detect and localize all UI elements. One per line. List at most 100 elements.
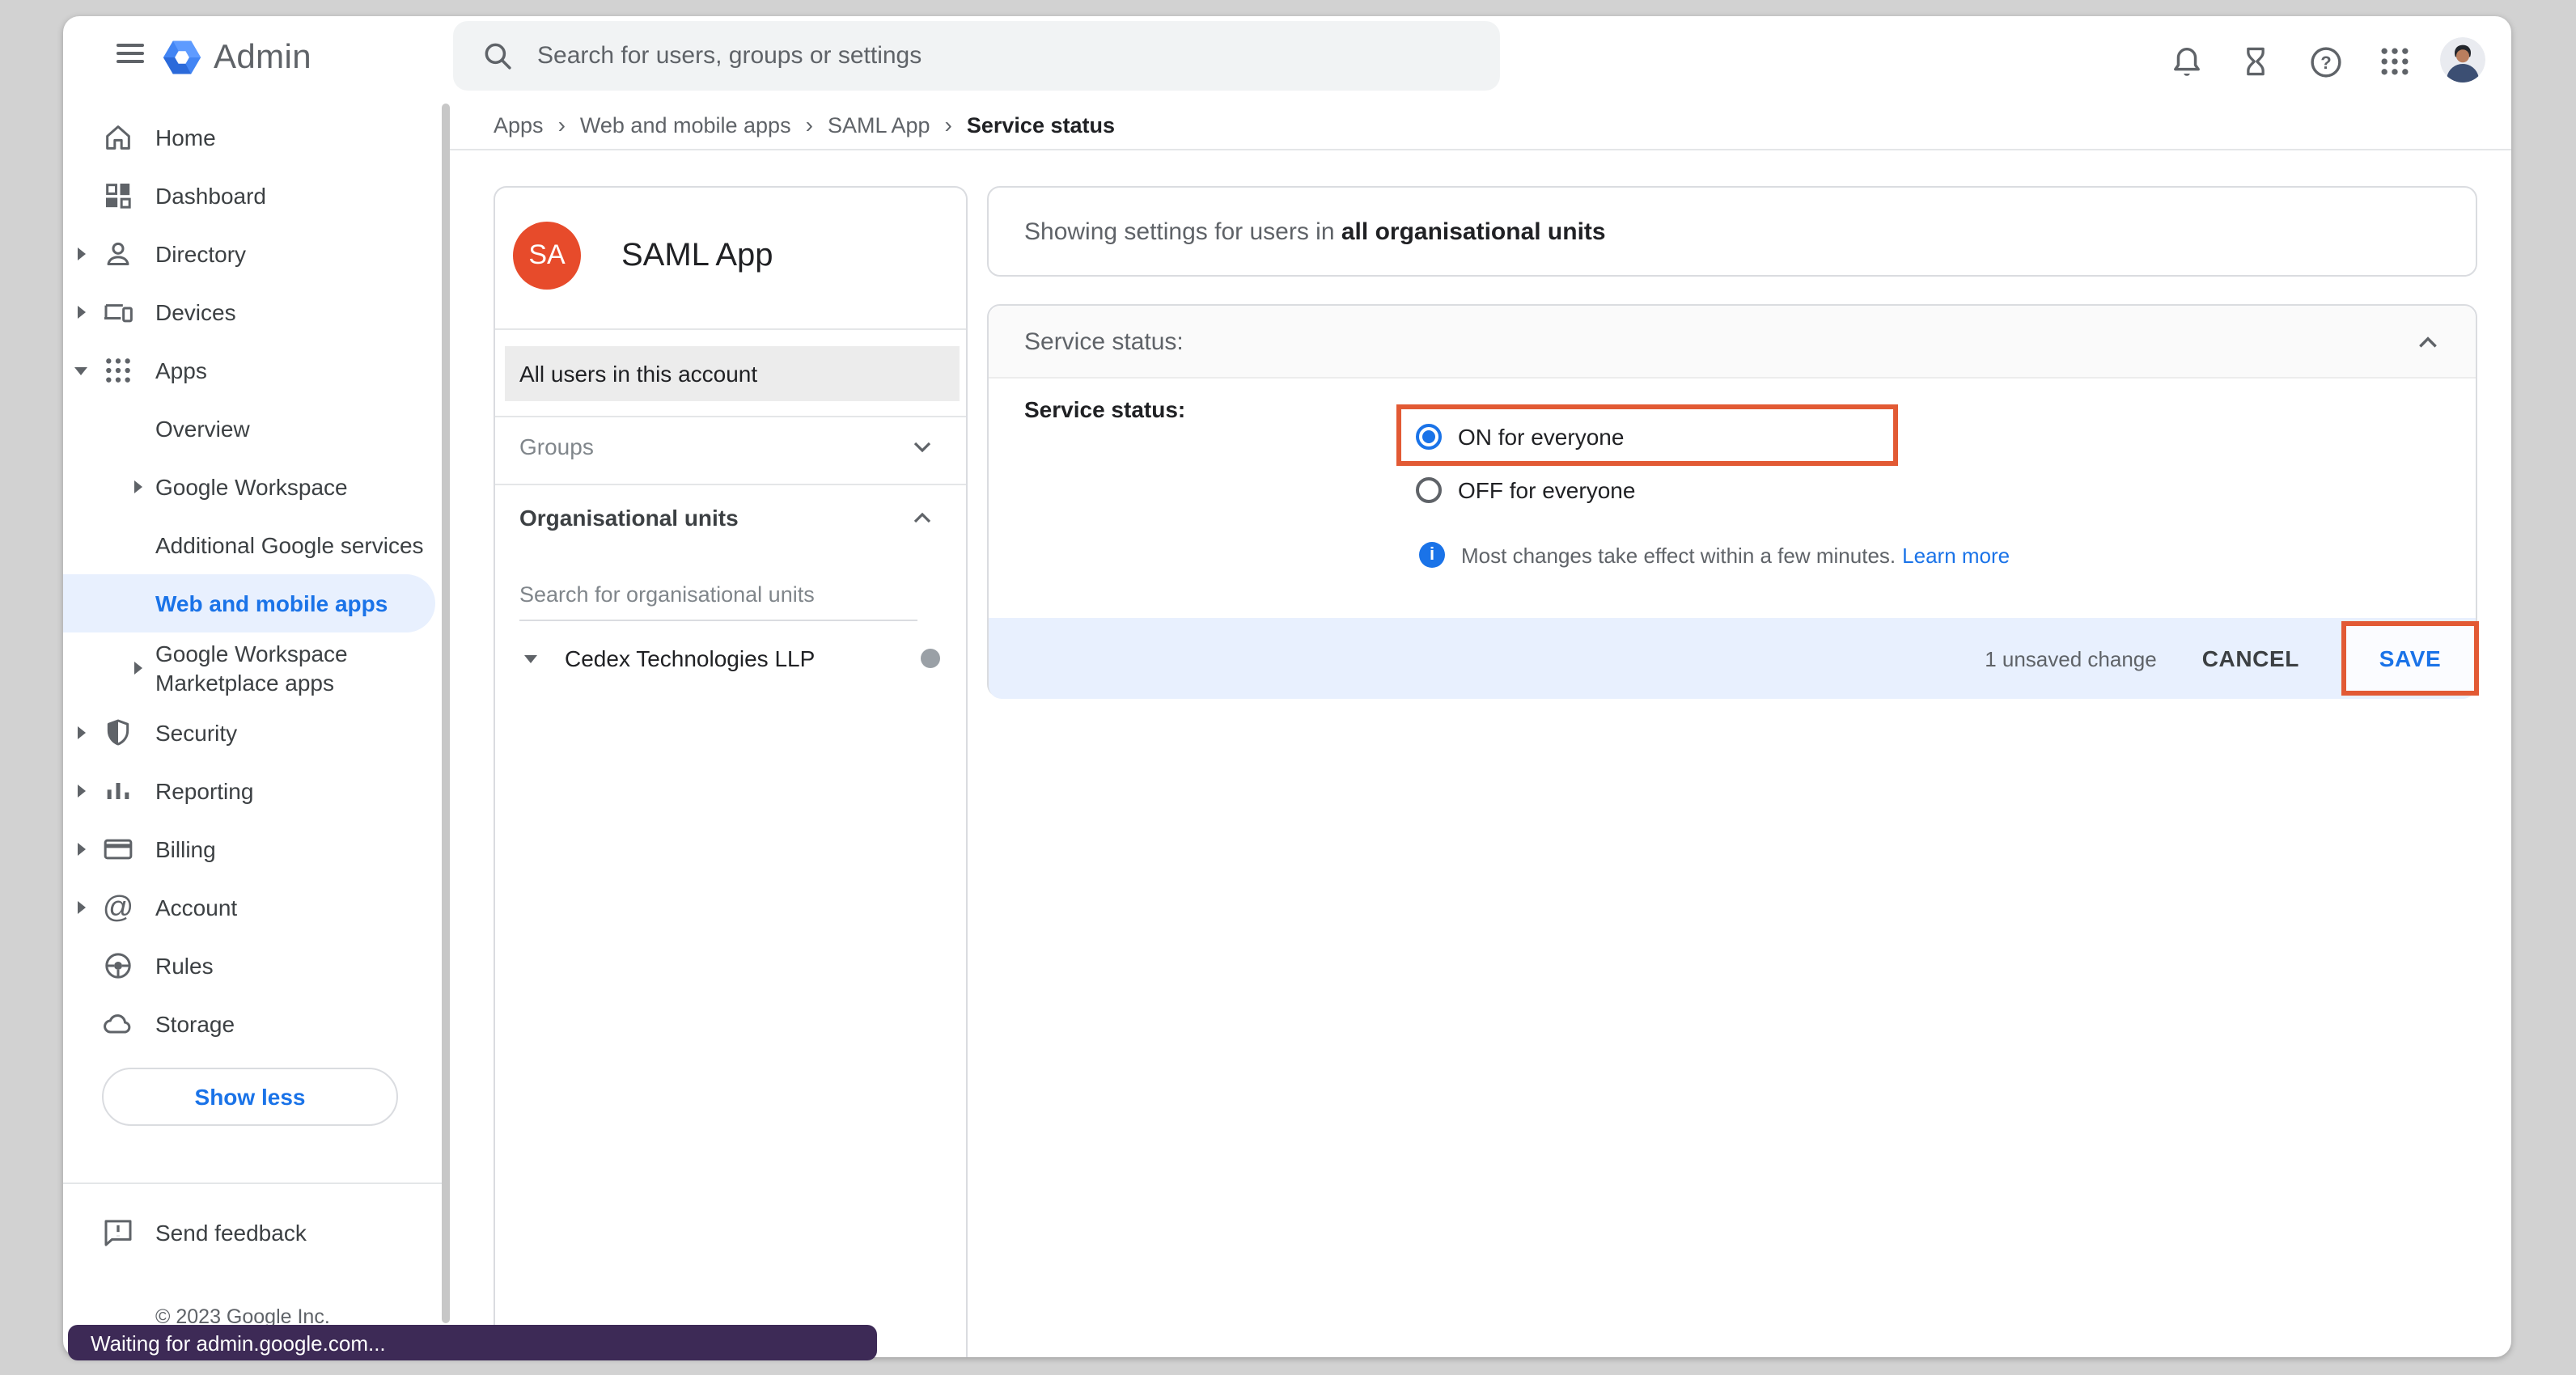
svg-text:?: ? bbox=[2320, 52, 2330, 72]
breadcrumb-separator: › bbox=[945, 112, 952, 138]
sidebar-scrollbar[interactable] bbox=[442, 104, 450, 1323]
sidebar-item-home[interactable]: Home bbox=[63, 108, 442, 167]
sidebar-nav: Home Dashboard Directory DevicesAppsOvervie… bbox=[63, 108, 442, 1053]
expand-right-icon bbox=[78, 901, 86, 914]
sidebar-item-reporting[interactable]: Reporting bbox=[63, 762, 442, 820]
sidebar-divider bbox=[63, 1182, 442, 1184]
radio-option-on-for-everyone[interactable]: ON for everyone bbox=[1416, 421, 1624, 453]
scope-strong: all organisational units bbox=[1341, 218, 1606, 245]
breadcrumb-item-saml-app[interactable]: SAML App bbox=[828, 112, 930, 137]
annotation-box-save: SAVE bbox=[2341, 621, 2479, 696]
sidebar-item-dashboard[interactable]: Dashboard bbox=[63, 167, 442, 225]
help-icon[interactable]: ? bbox=[2306, 42, 2345, 81]
sidebar-item-overview[interactable]: Overview bbox=[63, 400, 442, 458]
wheel-icon bbox=[102, 950, 134, 982]
sidebar-item-directory[interactable]: Directory bbox=[63, 225, 442, 283]
card-icon bbox=[102, 833, 134, 865]
send-feedback-label: Send feedback bbox=[155, 1220, 307, 1246]
section-title: Service status: bbox=[1024, 328, 1184, 355]
org-unit-name: Cedex Technologies LLP bbox=[565, 645, 815, 671]
sidebar-item-additional-google-services[interactable]: Additional Google services bbox=[63, 516, 442, 574]
dashboard-icon bbox=[102, 180, 134, 212]
org-units-label: Organisational units bbox=[519, 505, 739, 531]
sidebar-item-web-and-mobile-apps[interactable]: Web and mobile apps bbox=[63, 574, 442, 632]
cancel-button[interactable]: CANCEL bbox=[2202, 645, 2299, 671]
sidebar-item-label: Directory bbox=[155, 241, 246, 267]
menu-icon[interactable] bbox=[102, 44, 157, 73]
scope-text: Showing settings for users in all organi… bbox=[1024, 218, 1606, 245]
cloud-icon bbox=[102, 1008, 134, 1040]
avatar[interactable] bbox=[2440, 37, 2485, 82]
breadcrumb-separator: › bbox=[806, 112, 813, 138]
expand-right-icon bbox=[78, 306, 86, 319]
learn-more-link[interactable]: Learn more bbox=[1902, 543, 2010, 567]
expand-down-icon bbox=[74, 366, 87, 374]
expand-triangle-icon bbox=[524, 654, 537, 662]
breadcrumb-separator: › bbox=[558, 112, 566, 138]
sidebar-item-rules[interactable]: Rules bbox=[63, 937, 442, 995]
app-title: SAML App bbox=[621, 238, 773, 275]
browser-status-toast: Waiting for admin.google.com... bbox=[68, 1325, 877, 1360]
section-header[interactable]: Service status: bbox=[989, 306, 2476, 379]
show-less-button[interactable]: Show less bbox=[102, 1068, 398, 1126]
sidebar-item-google-workspace[interactable]: Google Workspace bbox=[63, 458, 442, 516]
radio-option-off-for-everyone[interactable]: OFF for everyone bbox=[1416, 474, 1635, 506]
radio-label: ON for everyone bbox=[1458, 424, 1624, 450]
screen: Admin ? bbox=[0, 0, 2576, 1375]
info-text: Most changes take effect within a few mi… bbox=[1461, 543, 1896, 567]
service-status-card: Service status: Service status: ON for e… bbox=[987, 304, 2477, 697]
global-search[interactable] bbox=[453, 21, 1500, 91]
apps-grid-icon[interactable] bbox=[2375, 42, 2414, 81]
admin-logo-icon bbox=[160, 36, 204, 79]
sidebar-item-apps[interactable]: Apps bbox=[63, 341, 442, 400]
groups-label: Groups bbox=[519, 434, 594, 459]
sidebar-item-account[interactable]: @Account bbox=[63, 878, 442, 937]
sidebar-item-storage[interactable]: Storage bbox=[63, 995, 442, 1053]
org-search-input[interactable] bbox=[519, 576, 917, 621]
groups-section-toggle[interactable]: Groups bbox=[495, 417, 966, 476]
collapse-chevron-icon bbox=[2416, 329, 2440, 353]
header-divider bbox=[445, 149, 2511, 150]
sidebar-item-google-workspace-marketplace-apps[interactable]: Google Workspace Marketplace apps bbox=[63, 632, 442, 704]
search-icon bbox=[481, 39, 515, 73]
breadcrumb-item-web-and-mobile-apps[interactable]: Web and mobile apps bbox=[580, 112, 791, 137]
product-title: Admin bbox=[214, 39, 311, 78]
info-icon: i bbox=[1419, 542, 1445, 568]
expand-right-icon bbox=[78, 785, 86, 798]
notifications-icon[interactable] bbox=[2167, 42, 2205, 81]
send-feedback-button[interactable]: Send feedback bbox=[63, 1204, 442, 1262]
expand-right-icon bbox=[134, 480, 142, 493]
org-unit-status-dot[interactable] bbox=[921, 649, 940, 668]
home-icon bbox=[102, 121, 134, 154]
all-users-label: All users in this account bbox=[519, 361, 757, 387]
sidebar-item-security[interactable]: Security bbox=[63, 704, 442, 762]
apps-icon bbox=[102, 354, 134, 387]
search-input[interactable] bbox=[537, 42, 1443, 70]
scope-banner: Showing settings for users in all organi… bbox=[987, 186, 2477, 277]
at-icon: @ bbox=[102, 891, 134, 924]
app-panel: SA SAML App All users in this account Gr… bbox=[494, 186, 968, 1357]
sidebar-item-devices[interactable]: Devices bbox=[63, 283, 442, 341]
breadcrumb-item-apps[interactable]: Apps bbox=[494, 112, 544, 137]
unsaved-changes-text: 1 unsaved change bbox=[1985, 646, 2157, 671]
app-avatar: SA bbox=[513, 222, 581, 290]
breadcrumb-item-service-status: Service status bbox=[967, 112, 1115, 137]
sidebar-item-label: Dashboard bbox=[155, 183, 266, 209]
sidebar-item-billing[interactable]: Billing bbox=[63, 820, 442, 878]
section-body: Service status: ON for everyone OFF for e… bbox=[989, 379, 2476, 618]
feedback-icon bbox=[102, 1216, 134, 1249]
tasks-hourglass-icon[interactable] bbox=[2236, 42, 2275, 81]
field-label: Service status: bbox=[1024, 396, 1185, 422]
org-units-section-toggle[interactable]: Organisational units bbox=[495, 489, 966, 547]
all-users-row[interactable]: All users in this account bbox=[505, 346, 960, 401]
info-row: i Most changes take effect within a few … bbox=[1419, 542, 2010, 568]
chevron-down-icon bbox=[911, 435, 934, 458]
expand-right-icon bbox=[78, 248, 86, 260]
app-header: SA SAML App bbox=[495, 188, 966, 328]
sidebar-item-label: Home bbox=[155, 125, 216, 150]
save-button[interactable]: SAVE bbox=[2379, 645, 2442, 671]
breadcrumb: Apps › Web and mobile apps › SAML App › Servic… bbox=[494, 108, 1115, 141]
sidebar-item-label: Reporting bbox=[155, 778, 253, 804]
sidebar-item-label: Rules bbox=[155, 953, 214, 979]
org-tree-item[interactable]: Cedex Technologies LLP bbox=[495, 634, 966, 683]
